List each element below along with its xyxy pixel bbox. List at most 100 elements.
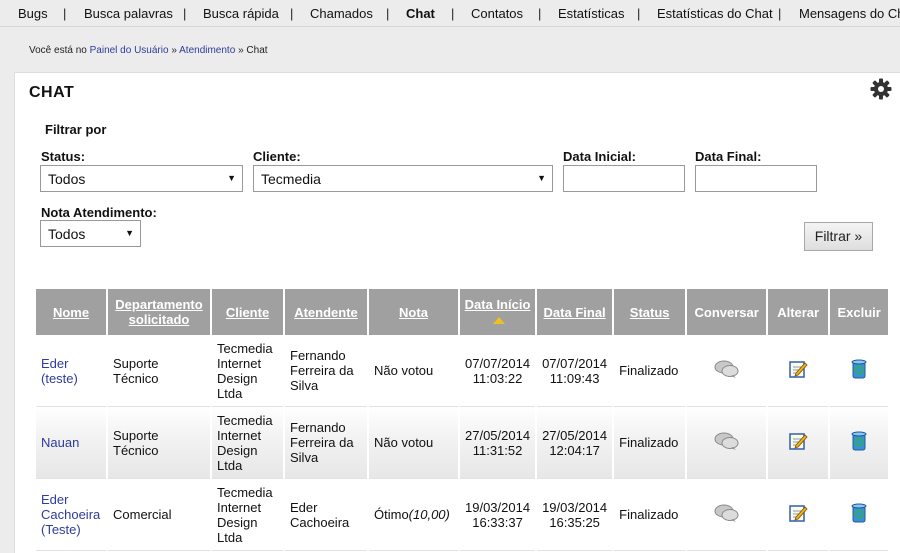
filter-button[interactable]: Filtrar » bbox=[804, 222, 873, 251]
cell-delete bbox=[830, 479, 889, 551]
rating-score: (10,00) bbox=[408, 507, 450, 522]
cell-client: Tecmedia Internet Design Ltda bbox=[212, 479, 283, 551]
client-select[interactable]: Tecmedia ▼ bbox=[253, 165, 553, 192]
chat-bubbles-icon[interactable] bbox=[714, 431, 740, 451]
edit-note-icon[interactable] bbox=[788, 503, 808, 523]
column-header-chat: Conversar bbox=[687, 289, 767, 335]
end-date-label: Data Final: bbox=[695, 149, 762, 164]
rating-select-value: Todos bbox=[48, 226, 86, 242]
sort-client-link[interactable]: Cliente bbox=[226, 305, 269, 320]
end-date: 19/03/2014 bbox=[542, 499, 608, 515]
breadcrumb-section-link[interactable]: Atendimento bbox=[179, 45, 235, 56]
rating-text: Não votou bbox=[374, 363, 434, 378]
table-row: Eder (teste) Suporte Técnico Tecmedia In… bbox=[36, 335, 889, 407]
cell-start-date: 27/05/2014 11:31:52 bbox=[460, 407, 536, 479]
nav-estatisticas-do-chat[interactable]: Estatísticas do Chat bbox=[657, 6, 773, 21]
rating-select[interactable]: Todos ▼ bbox=[40, 220, 141, 247]
cell-delete bbox=[830, 335, 889, 407]
start-date-input[interactable] bbox=[563, 165, 685, 192]
sort-end-date-link[interactable]: Data Final bbox=[544, 305, 606, 320]
chat-name-link[interactable]: Eder (teste) bbox=[41, 356, 78, 386]
breadcrumb-home-link[interactable]: Painel do Usuário bbox=[90, 45, 169, 56]
chat-bubbles-icon[interactable] bbox=[714, 359, 740, 379]
sort-rating-link[interactable]: Nota bbox=[399, 305, 428, 320]
column-header-status[interactable]: Status bbox=[614, 289, 686, 335]
table-row: Eder Cachoeira (Teste) Comercial Tecmedi… bbox=[36, 479, 889, 551]
cell-edit bbox=[768, 479, 829, 551]
cell-department: Suporte Técnico bbox=[108, 335, 210, 407]
recycle-bin-icon[interactable] bbox=[850, 502, 868, 524]
nav-mensagens-do-chat[interactable]: Mensagens do Chat bbox=[799, 6, 900, 21]
start-date-label: Data Inicial: bbox=[563, 149, 636, 164]
status-label: Status: bbox=[41, 149, 86, 164]
start-time: 16:33:37 bbox=[472, 514, 523, 530]
start-time: 11:03:22 bbox=[472, 370, 523, 386]
edit-note-icon[interactable] bbox=[788, 359, 808, 379]
end-date: 27/05/2014 bbox=[542, 427, 608, 443]
column-header-agent[interactable]: Atendente bbox=[285, 289, 367, 335]
status-select[interactable]: Todos ▼ bbox=[40, 165, 243, 192]
chevron-down-icon: ▼ bbox=[227, 173, 236, 183]
cell-client: Tecmedia Internet Design Ltda bbox=[212, 407, 283, 479]
cell-status: Finalizado bbox=[614, 407, 686, 479]
recycle-bin-icon[interactable] bbox=[850, 358, 868, 380]
sort-name-link[interactable]: Nome bbox=[53, 305, 89, 320]
rating-label: Nota Atendimento: bbox=[41, 205, 157, 220]
client-label: Cliente: bbox=[253, 149, 301, 164]
nav-separator: | bbox=[538, 6, 542, 21]
nav-contatos[interactable]: Contatos bbox=[471, 6, 523, 21]
rating-text: Ótimo bbox=[374, 507, 409, 522]
nav-separator: | bbox=[451, 6, 455, 21]
nav-estatisticas[interactable]: Estatísticas bbox=[558, 6, 624, 21]
cell-chat bbox=[687, 479, 767, 551]
cell-department: Comercial bbox=[108, 479, 210, 551]
cell-agent: Fernando Ferreira da Silva bbox=[285, 407, 367, 479]
table-row: Nauan Suporte Técnico Tecmedia Internet … bbox=[36, 407, 889, 479]
column-header-start-date[interactable]: Data Início bbox=[460, 289, 536, 335]
top-navigation: Bugs | Busca palavras | Busca rápida | C… bbox=[0, 0, 900, 27]
cell-name: Eder Cachoeira (Teste) bbox=[36, 479, 106, 551]
nav-busca-palavras[interactable]: Busca palavras bbox=[84, 6, 173, 21]
nav-busca-rapida[interactable]: Busca rápida bbox=[203, 6, 279, 21]
chat-name-link[interactable]: Nauan bbox=[41, 435, 79, 450]
nav-chat[interactable]: Chat bbox=[406, 6, 435, 21]
sort-agent-link[interactable]: Atendente bbox=[294, 305, 358, 320]
nav-separator: | bbox=[183, 6, 187, 21]
cell-status: Finalizado bbox=[614, 335, 686, 407]
nav-bugs[interactable]: Bugs bbox=[18, 6, 48, 21]
sort-start-date-link[interactable]: Data Início bbox=[465, 297, 531, 312]
cell-rating: Ótimo(10,00) bbox=[369, 479, 458, 551]
nav-chamados[interactable]: Chamados bbox=[310, 6, 373, 21]
page-title: CHAT bbox=[29, 84, 75, 101]
nav-separator: | bbox=[63, 6, 67, 21]
breadcrumb-separator: » bbox=[171, 45, 177, 56]
column-header-name[interactable]: Nome bbox=[36, 289, 106, 335]
cell-name: Eder (teste) bbox=[36, 335, 106, 407]
column-header-rating[interactable]: Nota bbox=[369, 289, 458, 335]
start-date: 27/05/2014 bbox=[465, 427, 531, 443]
cell-start-date: 19/03/2014 16:33:37 bbox=[460, 479, 536, 551]
end-time: 16:35:25 bbox=[549, 514, 600, 530]
sort-ascending-icon bbox=[493, 317, 506, 325]
cell-client: Tecmedia Internet Design Ltda bbox=[212, 335, 283, 407]
sort-status-link[interactable]: Status bbox=[630, 305, 670, 320]
cell-agent: Eder Cachoeira bbox=[285, 479, 367, 551]
rating-text: Não votou bbox=[374, 435, 434, 450]
cell-end-date: 19/03/2014 16:35:25 bbox=[537, 479, 613, 551]
column-header-end-date[interactable]: Data Final bbox=[537, 289, 613, 335]
column-header-client[interactable]: Cliente bbox=[212, 289, 283, 335]
end-date-input[interactable] bbox=[695, 165, 817, 192]
recycle-bin-icon[interactable] bbox=[850, 430, 868, 452]
client-select-value: Tecmedia bbox=[261, 171, 321, 187]
status-select-value: Todos bbox=[48, 171, 86, 187]
sort-department-link[interactable]: Departamento solicitado bbox=[115, 297, 202, 327]
chat-name-link[interactable]: Eder Cachoeira (Teste) bbox=[41, 492, 100, 537]
chat-bubbles-icon[interactable] bbox=[714, 503, 740, 523]
chevron-down-icon: ▼ bbox=[537, 173, 546, 183]
cell-end-date: 07/07/2014 11:09:43 bbox=[537, 335, 613, 407]
gear-icon[interactable] bbox=[870, 78, 892, 100]
chevron-down-icon: ▼ bbox=[125, 228, 134, 238]
nav-separator: | bbox=[637, 6, 641, 21]
column-header-department[interactable]: Departamento solicitado bbox=[108, 289, 210, 335]
edit-note-icon[interactable] bbox=[788, 431, 808, 451]
